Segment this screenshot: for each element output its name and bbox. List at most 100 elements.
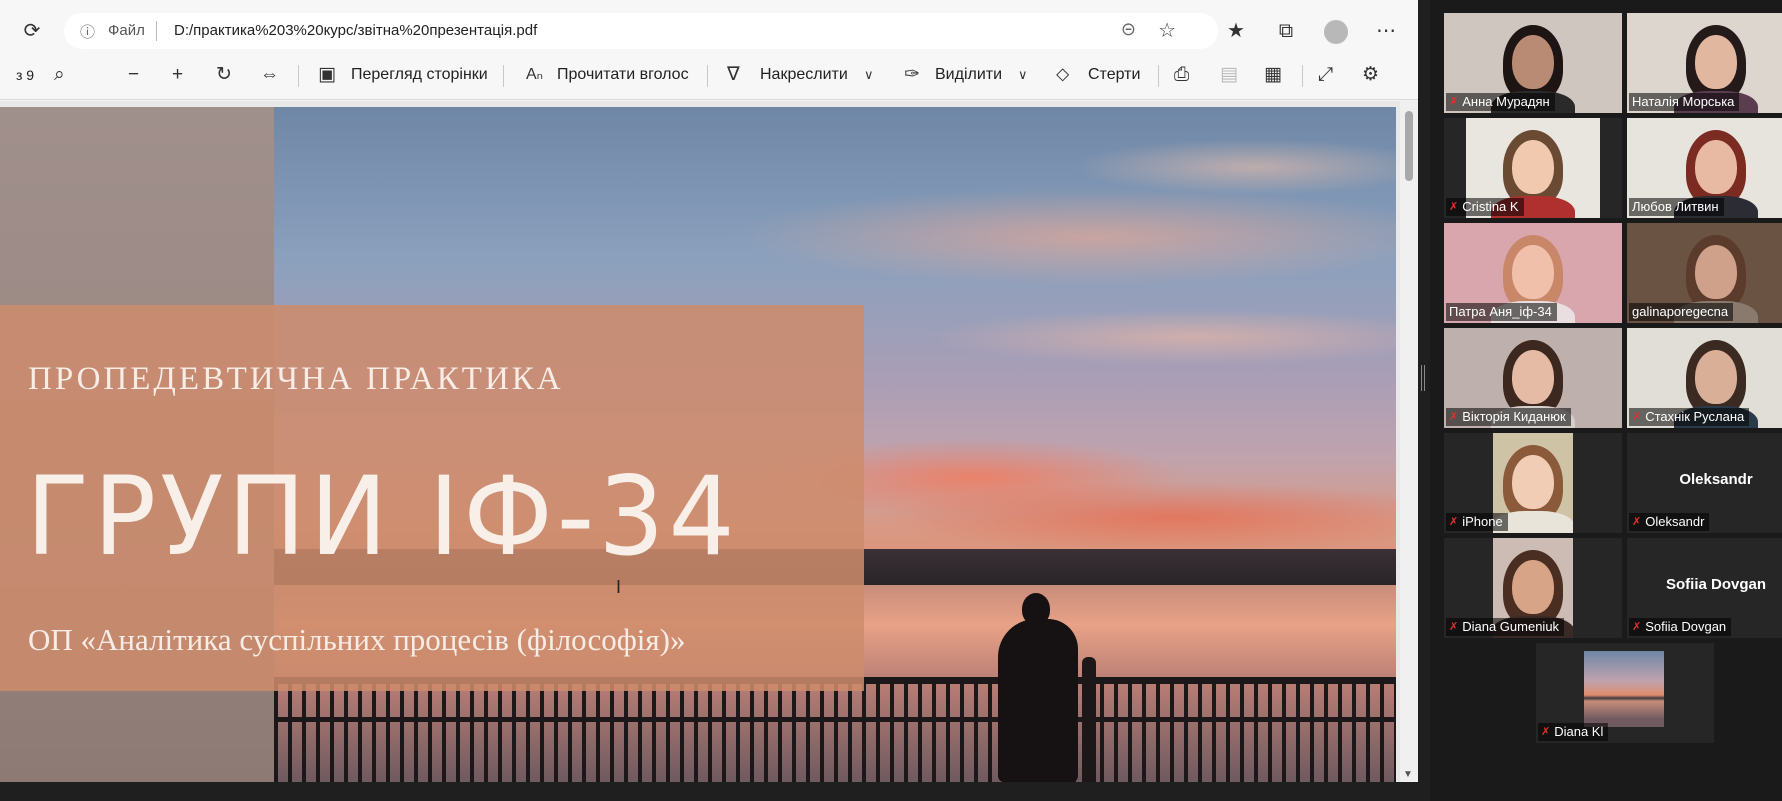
read-aloud-icon[interactable]: Aₙ <box>526 50 543 100</box>
text-cursor-icon: I <box>616 577 622 597</box>
pdf-viewport[interactable]: ПРОПЕДЕВТИЧНА ПРАКТИКА ГРУПИ ІФ-34 ОП «А… <box>0 101 1418 782</box>
muted-mic-icon: ✗ <box>1449 96 1459 108</box>
participant-face <box>1512 350 1554 404</box>
participant-display-name: Sofiia Dovgan <box>1665 576 1766 593</box>
muted-mic-icon: ✗ <box>1449 411 1459 423</box>
profile-avatar-icon[interactable] <box>1322 17 1350 45</box>
participant-tile[interactable]: ✗ Diana Gumeniuk <box>1444 538 1622 638</box>
participant-face <box>1695 35 1737 89</box>
chevron-down-icon[interactable]: ∨ <box>1018 50 1028 100</box>
toolbar-divider <box>1302 65 1303 87</box>
participant-face <box>1512 455 1554 509</box>
vertical-scrollbar[interactable]: ▼ <box>1400 101 1418 782</box>
participant-nameplate: ✗ Diana Gumeniuk <box>1446 618 1565 636</box>
save-icon[interactable]: ▤ <box>1220 50 1238 100</box>
toolbar-divider <box>503 65 504 87</box>
participant-tile[interactable]: Патра Аня_іф-34 <box>1444 223 1622 323</box>
participant-tile[interactable]: galinaporegecna <box>1627 223 1782 323</box>
draw-button[interactable]: Накреслити <box>760 50 848 100</box>
url-separator <box>156 21 157 41</box>
chevron-down-icon[interactable]: ∨ <box>864 50 874 100</box>
page-view-button[interactable]: Перегляд сторінки <box>351 50 488 100</box>
participant-nameplate: ✗ iPhone <box>1446 513 1508 531</box>
participant-tile[interactable]: ✗ Diana Kl <box>1536 643 1714 743</box>
video-gallery: ✗ Анна Мурадян Наталія Морська ✗ Cristina KЛ… <box>1430 0 1782 801</box>
zoom-in-icon[interactable]: + <box>172 50 183 100</box>
panel-resize-handle[interactable] <box>1421 365 1425 391</box>
participant-name: Вікторія Киданюк <box>1462 409 1566 424</box>
print-icon[interactable]: ⎙ <box>1174 50 1189 100</box>
add-favorite-icon[interactable]: ☆ <box>1158 18 1176 43</box>
participant-name: Любов Литвин <box>1632 199 1719 214</box>
zoom-out-icon[interactable]: ⊝ <box>1121 19 1136 40</box>
read-aloud-button[interactable]: Прочитати вголос <box>557 50 689 100</box>
muted-mic-icon: ✗ <box>1632 411 1642 423</box>
bottom-strip <box>0 782 1418 801</box>
participant-tile[interactable]: ✗ Стахнік Руслана <box>1627 328 1782 428</box>
toolbar-divider <box>298 65 299 87</box>
participant-tile[interactable]: ✗ Анна Мурадян <box>1444 13 1622 113</box>
pdf-toolbar: з 9 ⌕ − + ↻ ⇔ ▣ Перегляд сторінки Aₙ Про… <box>0 50 1418 100</box>
participant-tile[interactable]: ✗ Cristina K <box>1444 118 1622 218</box>
participant-name: Патра Аня_іф-34 <box>1449 304 1552 319</box>
highlight-button[interactable]: Виділити <box>935 50 1002 100</box>
participant-name: Diana Kl <box>1554 724 1604 739</box>
rotate-icon[interactable]: ↻ <box>216 50 232 100</box>
participant-tile[interactable]: Наталія Морська <box>1627 13 1782 113</box>
participant-name: Наталія Морська <box>1632 94 1735 109</box>
participant-tile[interactable]: ✗ Вікторія Киданюк <box>1444 328 1622 428</box>
participant-nameplate: Любов Литвин <box>1629 198 1724 216</box>
info-icon[interactable]: ⓘ <box>80 21 95 42</box>
muted-mic-icon: ✗ <box>1541 726 1551 738</box>
erase-button[interactable]: Стерти <box>1088 50 1140 100</box>
participant-face <box>1695 350 1737 404</box>
railing-bar <box>274 717 1396 722</box>
participant-nameplate: ✗ Анна Мурадян <box>1446 93 1555 111</box>
url-field[interactable]: ⓘ Файл D:/практика%203%20курс/звітна%20п… <box>64 13 1218 49</box>
participant-nameplate: ✗ Стахнік Руслана <box>1629 408 1750 426</box>
eraser-icon[interactable]: ⬦ <box>1056 50 1069 100</box>
participant-name: Sofiia Dovgan <box>1645 619 1727 634</box>
participant-tile[interactable]: Любов Литвин <box>1627 118 1782 218</box>
search-icon[interactable]: ⌕ <box>54 50 65 100</box>
settings-gear-icon[interactable]: ⚙ <box>1362 50 1379 100</box>
refresh-icon[interactable]: ⟳ <box>18 17 46 45</box>
more-menu-icon[interactable]: ⋯ <box>1372 17 1400 45</box>
url-text[interactable]: D:/практика%203%20курс/звітна%20презента… <box>174 22 537 39</box>
file-label: Файл <box>108 22 145 39</box>
participant-name: Oleksandr <box>1645 514 1705 529</box>
participant-face <box>1512 245 1554 299</box>
participant-name: Анна Мурадян <box>1462 94 1550 109</box>
sunset-thumbnail <box>1584 651 1664 727</box>
scrollbar-thumb[interactable] <box>1405 111 1413 181</box>
collections-icon[interactable]: ⧉ <box>1272 17 1300 45</box>
participant-nameplate: ✗ Cristina K <box>1446 198 1524 216</box>
scroll-down-arrow-icon[interactable]: ▼ <box>1403 769 1413 780</box>
participant-face <box>1695 245 1737 299</box>
muted-mic-icon: ✗ <box>1449 516 1459 528</box>
page-count: з 9 <box>16 67 35 83</box>
embankment-railing <box>274 677 1396 782</box>
participant-nameplate: galinaporegecna <box>1629 303 1734 321</box>
draw-icon[interactable]: ∇ <box>727 50 740 100</box>
participant-name: iPhone <box>1462 514 1503 529</box>
participant-nameplate: ✗ Вікторія Киданюк <box>1446 408 1571 426</box>
save-as-icon[interactable]: ▦ <box>1264 50 1282 100</box>
participant-display-name: Oleksandr <box>1679 471 1753 488</box>
favorites-icon[interactable]: ★ <box>1222 17 1250 45</box>
fullscreen-icon[interactable]: ⤢ <box>1318 50 1333 100</box>
participant-tile[interactable]: Sofiia Dovgan ✗ Sofiia Dovgan <box>1627 538 1782 638</box>
participant-face <box>1512 560 1554 614</box>
slide-subtitle: ПРОПЕДЕВТИЧНА ПРАКТИКА <box>28 361 564 397</box>
page-view-icon[interactable]: ▣ <box>318 50 336 100</box>
participant-tile[interactable]: ✗ iPhone <box>1444 433 1622 533</box>
participant-tile[interactable]: Oleksandr ✗ Oleksandr <box>1627 433 1782 533</box>
zoom-out-icon[interactable]: − <box>128 50 139 100</box>
highlight-icon[interactable]: ✑ <box>904 50 920 100</box>
fit-width-icon[interactable]: ⇔ <box>260 50 279 100</box>
muted-mic-icon: ✗ <box>1632 621 1642 633</box>
muted-mic-icon: ✗ <box>1632 516 1642 528</box>
participant-name: Cristina K <box>1462 199 1519 214</box>
muted-mic-icon: ✗ <box>1449 201 1459 213</box>
railing-post <box>1082 657 1096 782</box>
